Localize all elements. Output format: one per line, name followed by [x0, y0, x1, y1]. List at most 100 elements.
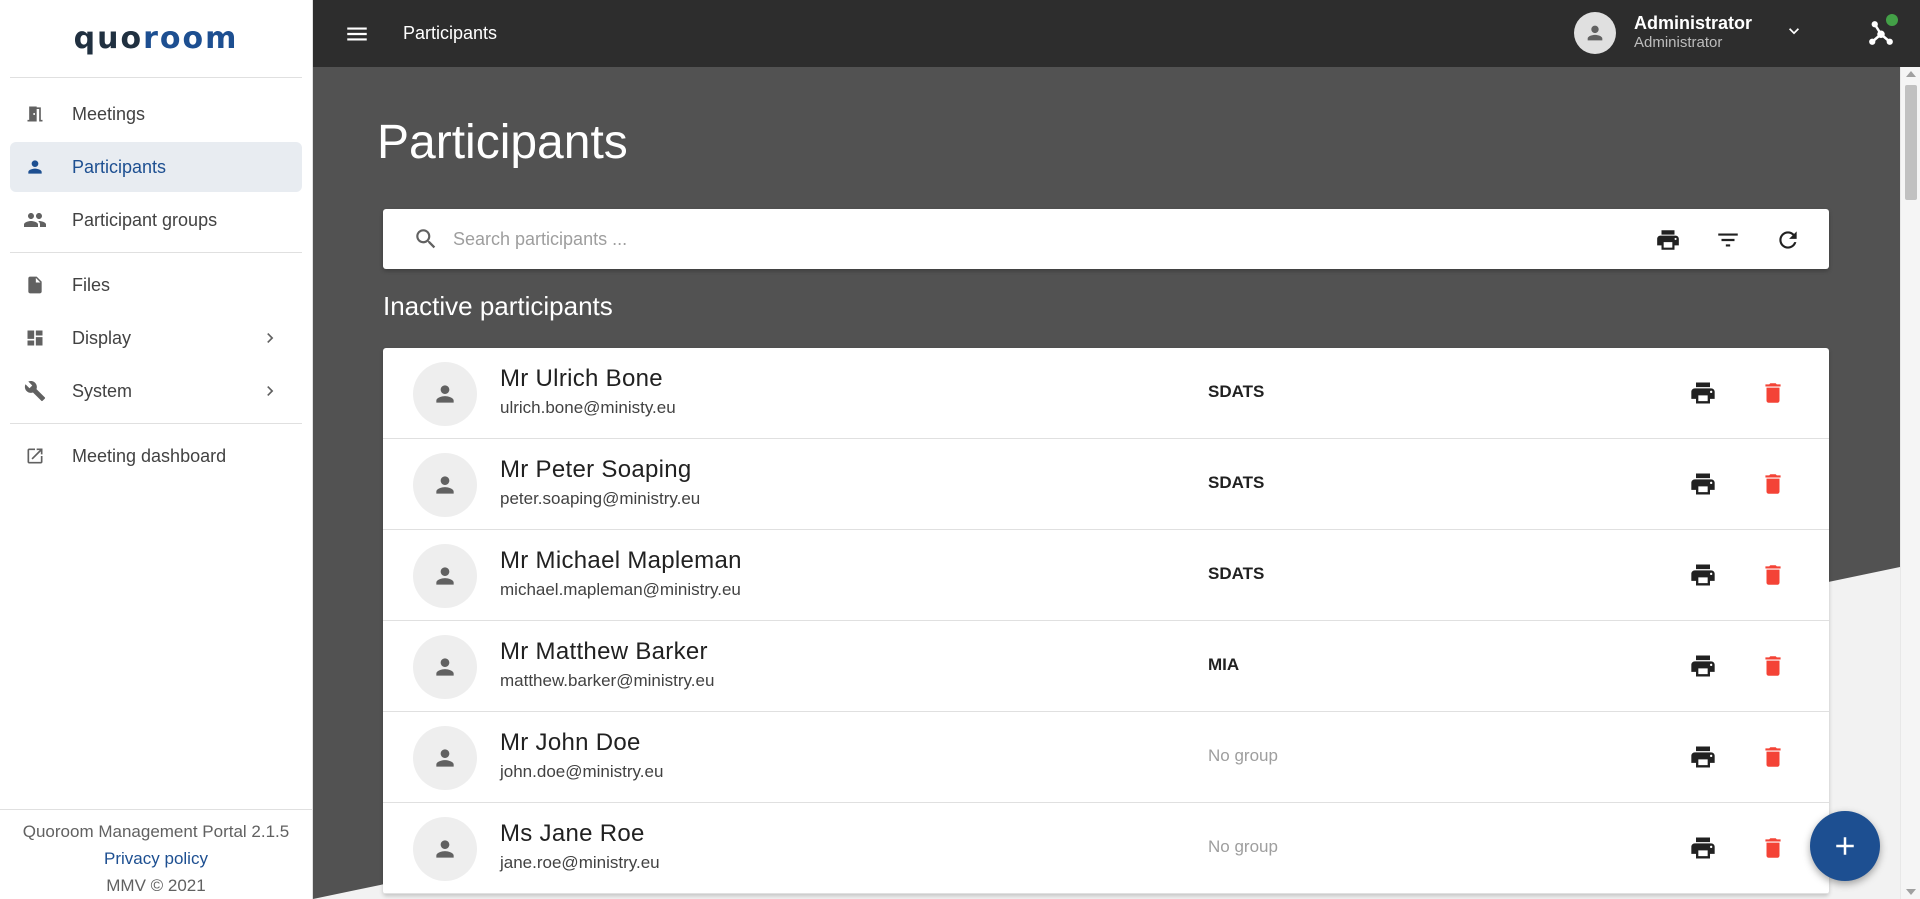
delete-icon[interactable] — [1758, 469, 1788, 499]
scroll-up-arrow[interactable] — [1906, 71, 1916, 77]
participant-info: Ms Jane Roe jane.roe@ministry.eu — [500, 820, 660, 873]
avatar — [1573, 12, 1616, 54]
print-icon[interactable] — [1688, 378, 1718, 408]
delete-icon[interactable] — [1758, 560, 1788, 590]
person-icon — [436, 385, 454, 403]
search-icon — [413, 226, 439, 252]
participant-info: Mr Michael Mapleman michael.mapleman@min… — [500, 547, 742, 600]
table-row[interactable]: Mr Matthew Barker matthew.barker@ministr… — [383, 621, 1829, 712]
participant-group: No group — [1208, 837, 1278, 856]
participant-name: Ms Jane Roe — [500, 820, 645, 847]
person-icon — [436, 658, 454, 676]
participant-name: Mr Ulrich Bone — [500, 365, 663, 392]
sidebar-item-participants[interactable]: Participants — [10, 142, 302, 192]
print-icon[interactable] — [1688, 742, 1718, 772]
avatar — [413, 817, 477, 881]
person-icon — [436, 567, 454, 585]
filter-icon[interactable] — [1713, 225, 1743, 255]
participant-info: Mr Peter Soaping peter.soaping@ministry.… — [500, 456, 700, 509]
sidebar-item-display[interactable]: Display — [10, 313, 302, 363]
table-row[interactable]: Mr Peter Soaping peter.soaping@ministry.… — [383, 439, 1829, 530]
user-role: Administrator — [1633, 34, 1723, 51]
participant-list: Mr Ulrich Bone ulrich.bone@ministy.eu SD… — [383, 348, 1829, 894]
table-row[interactable]: Ms Jane Roe jane.roe@ministry.eu No grou… — [383, 803, 1829, 894]
add-participant-button[interactable] — [1810, 811, 1880, 881]
sidebar-item-label: Participant groups — [72, 209, 218, 230]
participant-group: SDATS — [1208, 564, 1265, 583]
nav-group-external: Meeting dashboard — [10, 424, 302, 488]
delete-icon[interactable] — [1758, 833, 1788, 863]
dashboard-icon — [22, 326, 48, 350]
app-version: Quoroom Management Portal 2.1.5 — [22, 822, 290, 841]
table-row[interactable]: Mr Michael Mapleman michael.mapleman@min… — [383, 530, 1829, 621]
table-row[interactable]: Mr John Doe john.doe@ministry.eu No grou… — [383, 712, 1829, 803]
person-icon — [436, 476, 454, 494]
participant-group: SDATS — [1208, 382, 1265, 401]
delete-icon[interactable] — [1758, 378, 1788, 408]
top-bar: Participants Administrator Administrator — [313, 0, 1920, 67]
wrench-icon — [22, 379, 48, 403]
chevron-right-icon — [260, 381, 280, 406]
sidebar-item-system[interactable]: System — [10, 366, 302, 416]
online-status-dot — [1886, 14, 1898, 26]
scrollbar[interactable] — [1900, 67, 1920, 899]
sidebar-nav: Meetings Participants Participant groups — [0, 78, 312, 488]
file-icon — [22, 273, 48, 297]
open-external-icon — [22, 444, 48, 468]
refresh-icon[interactable] — [1773, 225, 1803, 255]
logo-text: quo — [73, 21, 144, 56]
delete-icon[interactable] — [1758, 651, 1788, 681]
main-content: Participants Inactive participants Mr Ul… — [313, 67, 1900, 899]
participant-email: matthew.barker@ministry.eu — [500, 671, 715, 690]
network-status-icon[interactable] — [1866, 14, 1898, 48]
table-row[interactable]: Mr Ulrich Bone ulrich.bone@ministy.eu SD… — [383, 348, 1829, 439]
sidebar-item-label: System — [72, 380, 133, 401]
print-icon[interactable] — [1688, 651, 1718, 681]
sidebar-item-meetings[interactable]: Meetings — [10, 89, 302, 139]
copyright: MMV © 2021 — [106, 876, 206, 895]
sidebar-item-label: Meeting dashboard — [72, 445, 227, 466]
avatar — [413, 362, 477, 426]
person-icon — [436, 749, 454, 767]
avatar — [413, 726, 477, 790]
sidebar: quoroom Meetings Participants Participan… — [0, 0, 313, 899]
user-name: Administrator — [1633, 13, 1752, 33]
sidebar-item-label: Display — [72, 327, 132, 348]
sidebar-item-files[interactable]: Files — [10, 260, 302, 310]
menu-icon[interactable] — [343, 20, 371, 48]
print-icon[interactable] — [1688, 469, 1718, 499]
sidebar-item-meeting-dashboard[interactable]: Meeting dashboard — [10, 431, 302, 481]
nav-group-content: Files Display System — [10, 253, 302, 424]
privacy-policy-link[interactable]: Privacy policy — [104, 849, 208, 868]
nav-group-main: Meetings Participants Participant groups — [10, 82, 302, 253]
participant-group: SDATS — [1208, 473, 1265, 492]
sidebar-item-label: Participants — [72, 156, 167, 177]
participant-email: john.doe@ministry.eu — [500, 762, 664, 781]
delete-icon[interactable] — [1758, 742, 1788, 772]
person-icon — [22, 155, 48, 179]
participant-name: Mr John Doe — [500, 729, 641, 756]
page-title: Participants — [377, 116, 628, 169]
sidebar-item-participant-groups[interactable]: Participant groups — [10, 195, 302, 245]
logo-text-accent: room — [143, 21, 239, 56]
participant-name: Mr Matthew Barker — [500, 638, 708, 665]
person-icon — [436, 840, 454, 858]
participant-email: jane.roe@ministry.eu — [500, 853, 660, 872]
section-title: Inactive participants — [383, 291, 613, 321]
top-title: Participants — [403, 23, 498, 43]
chevron-down-icon — [1784, 21, 1804, 46]
logo[interactable]: quoroom — [10, 0, 302, 78]
participant-email: michael.mapleman@ministry.eu — [500, 580, 741, 599]
print-icon[interactable] — [1653, 225, 1683, 255]
scroll-thumb[interactable] — [1905, 85, 1917, 200]
person-icon — [1587, 25, 1603, 41]
participant-email: peter.soaping@ministry.eu — [500, 489, 701, 508]
avatar — [413, 453, 477, 517]
participant-info: Mr John Doe john.doe@ministry.eu — [500, 729, 663, 782]
print-icon[interactable] — [1688, 560, 1718, 590]
print-icon[interactable] — [1688, 833, 1718, 863]
sidebar-item-label: Files — [72, 274, 111, 295]
scroll-down-arrow[interactable] — [1906, 889, 1916, 895]
search-input[interactable] — [453, 228, 1553, 250]
user-menu[interactable]: Administrator Administrator — [1573, 12, 1804, 54]
